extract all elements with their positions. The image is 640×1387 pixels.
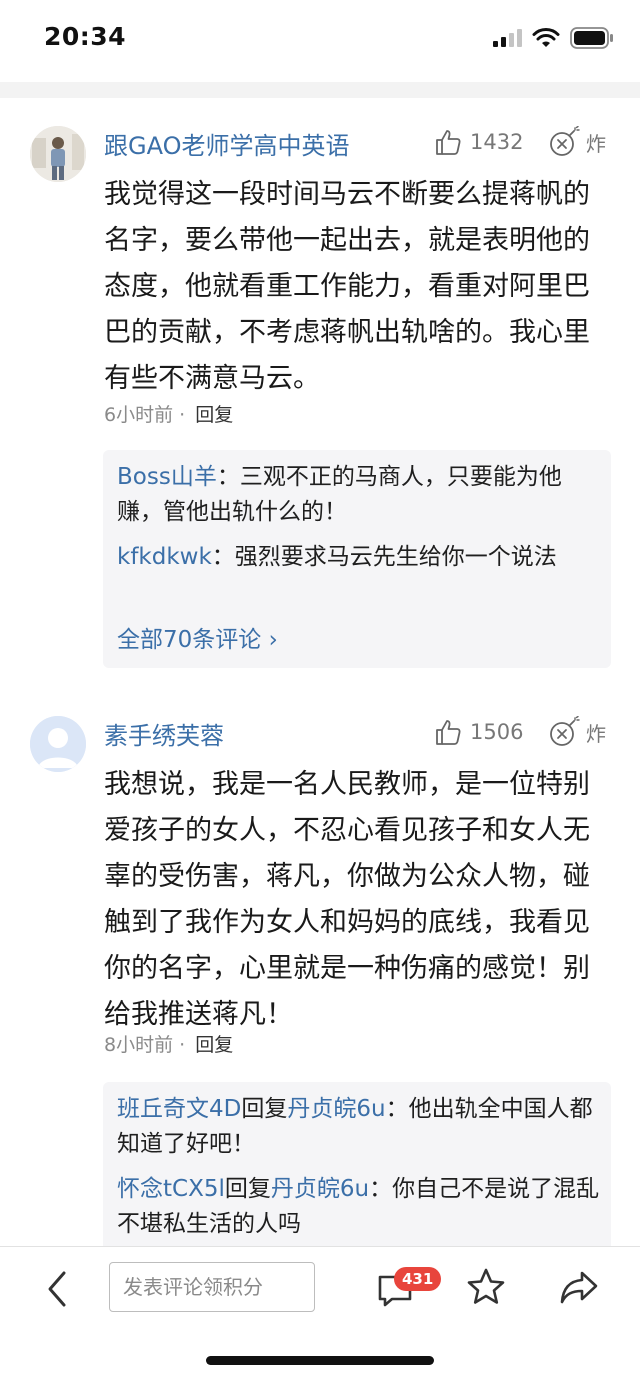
- bomb-label: 炸: [586, 721, 606, 746]
- share-icon: [560, 1271, 598, 1304]
- thumbs-up-icon: [436, 130, 461, 155]
- home-indicator: [206, 1356, 434, 1365]
- battery-icon: [570, 27, 613, 49]
- reply-word: 回复: [241, 1096, 288, 1122]
- reply-user[interactable]: kfkdkwk: [117, 544, 212, 570]
- comment-time: 6小时前: [104, 404, 174, 426]
- bomb-icon: [550, 716, 580, 746]
- comment-count-badge: 431: [394, 1267, 442, 1291]
- bomb-label: 炸: [586, 131, 606, 156]
- reply-user[interactable]: 班丘奇文4D: [117, 1096, 241, 1122]
- meta-separator: ·: [179, 404, 186, 426]
- all-replies-link[interactable]: 全部70条评论 ›: [117, 620, 278, 654]
- favorite-button[interactable]: [466, 1267, 506, 1307]
- bomb-button[interactable]: 炸: [548, 716, 606, 748]
- reply-item[interactable]: Boss山羊：三观不正的马商人，只要能为他赚，管他出轨什么的！: [117, 460, 601, 530]
- comment-time: 8小时前: [104, 1034, 174, 1056]
- wifi-icon: [532, 28, 560, 47]
- comment-meta: 6小时前 · 回复: [104, 400, 233, 427]
- signal-icon: [493, 29, 522, 47]
- photo-avatar: [30, 126, 86, 182]
- comment-list: 跟GAO老师学高中英语 1432 炸 我觉得这一段时间马云不断要么提蒋帆的名字，…: [0, 98, 640, 1246]
- reply-box: 班丘奇文4D回复丹贞皖6u：他出轨全中国人都知道了好吧！ 怀念tCX5l回复丹贞…: [103, 1082, 611, 1246]
- reply-box: Boss山羊：三观不正的马商人，只要能为他赚，管他出轨什么的！ kfkdkwk：…: [103, 450, 611, 668]
- comment-author[interactable]: 素手绣芙蓉: [104, 716, 224, 751]
- like-button[interactable]: 1432: [434, 128, 523, 156]
- top-separator: [0, 82, 640, 98]
- status-bar: 20:34: [0, 0, 640, 82]
- bomb-icon: [550, 126, 580, 156]
- thumbs-up-icon: [436, 720, 461, 745]
- back-button[interactable]: [40, 1269, 76, 1309]
- avatar[interactable]: [30, 716, 86, 772]
- comment-input[interactable]: 发表评论领积分: [109, 1262, 315, 1312]
- reply-word: 回复: [224, 1176, 271, 1202]
- avatar[interactable]: [30, 126, 86, 182]
- like-count: 1432: [470, 130, 524, 154]
- like-button[interactable]: 1506: [434, 718, 523, 746]
- reply-target-user[interactable]: 丹贞皖6u: [271, 1176, 369, 1202]
- meta-separator: ·: [179, 1034, 186, 1056]
- comment-text: 我想说，我是一名人民教师，是一位特别爱孩子的女人，不忍心看见孩子和女人无辜的受伤…: [104, 769, 590, 1030]
- reply-item[interactable]: 怀念tCX5l回复丹贞皖6u：你自己不是说了混乱不堪私生活的人吗: [117, 1172, 601, 1242]
- reply-item[interactable]: kfkdkwk：强烈要求马云先生给你一个说法: [117, 540, 601, 575]
- comment-text: 我觉得这一段时间马云不断要么提蒋帆的名字，要么带他一起出去，就是表明他的态度，他…: [104, 179, 590, 394]
- bottom-toolbar: 发表评论领积分 431: [0, 1246, 640, 1387]
- star-icon: [467, 1268, 505, 1304]
- bomb-button[interactable]: 炸: [548, 126, 606, 158]
- reply-button[interactable]: 回复: [195, 404, 233, 426]
- comment-author[interactable]: 跟GAO老师学高中英语: [104, 126, 349, 161]
- like-count: 1506: [470, 720, 524, 744]
- reply-user[interactable]: Boss山羊: [117, 464, 217, 490]
- reply-text: ：强烈要求马云先生给你一个说法: [211, 544, 557, 570]
- default-avatar: [30, 716, 86, 772]
- reply-button[interactable]: 回复: [195, 1034, 233, 1056]
- status-time: 20:34: [44, 22, 127, 51]
- reply-user[interactable]: 怀念tCX5l: [117, 1176, 225, 1202]
- back-arrow-icon: [48, 1271, 66, 1307]
- comment-meta: 8小时前 · 回复: [104, 1030, 233, 1057]
- reply-target-user[interactable]: 丹贞皖6u: [287, 1096, 385, 1122]
- reply-item[interactable]: 班丘奇文4D回复丹贞皖6u：他出轨全中国人都知道了好吧！: [117, 1092, 601, 1162]
- status-icons: [492, 27, 614, 49]
- share-button[interactable]: [558, 1267, 600, 1307]
